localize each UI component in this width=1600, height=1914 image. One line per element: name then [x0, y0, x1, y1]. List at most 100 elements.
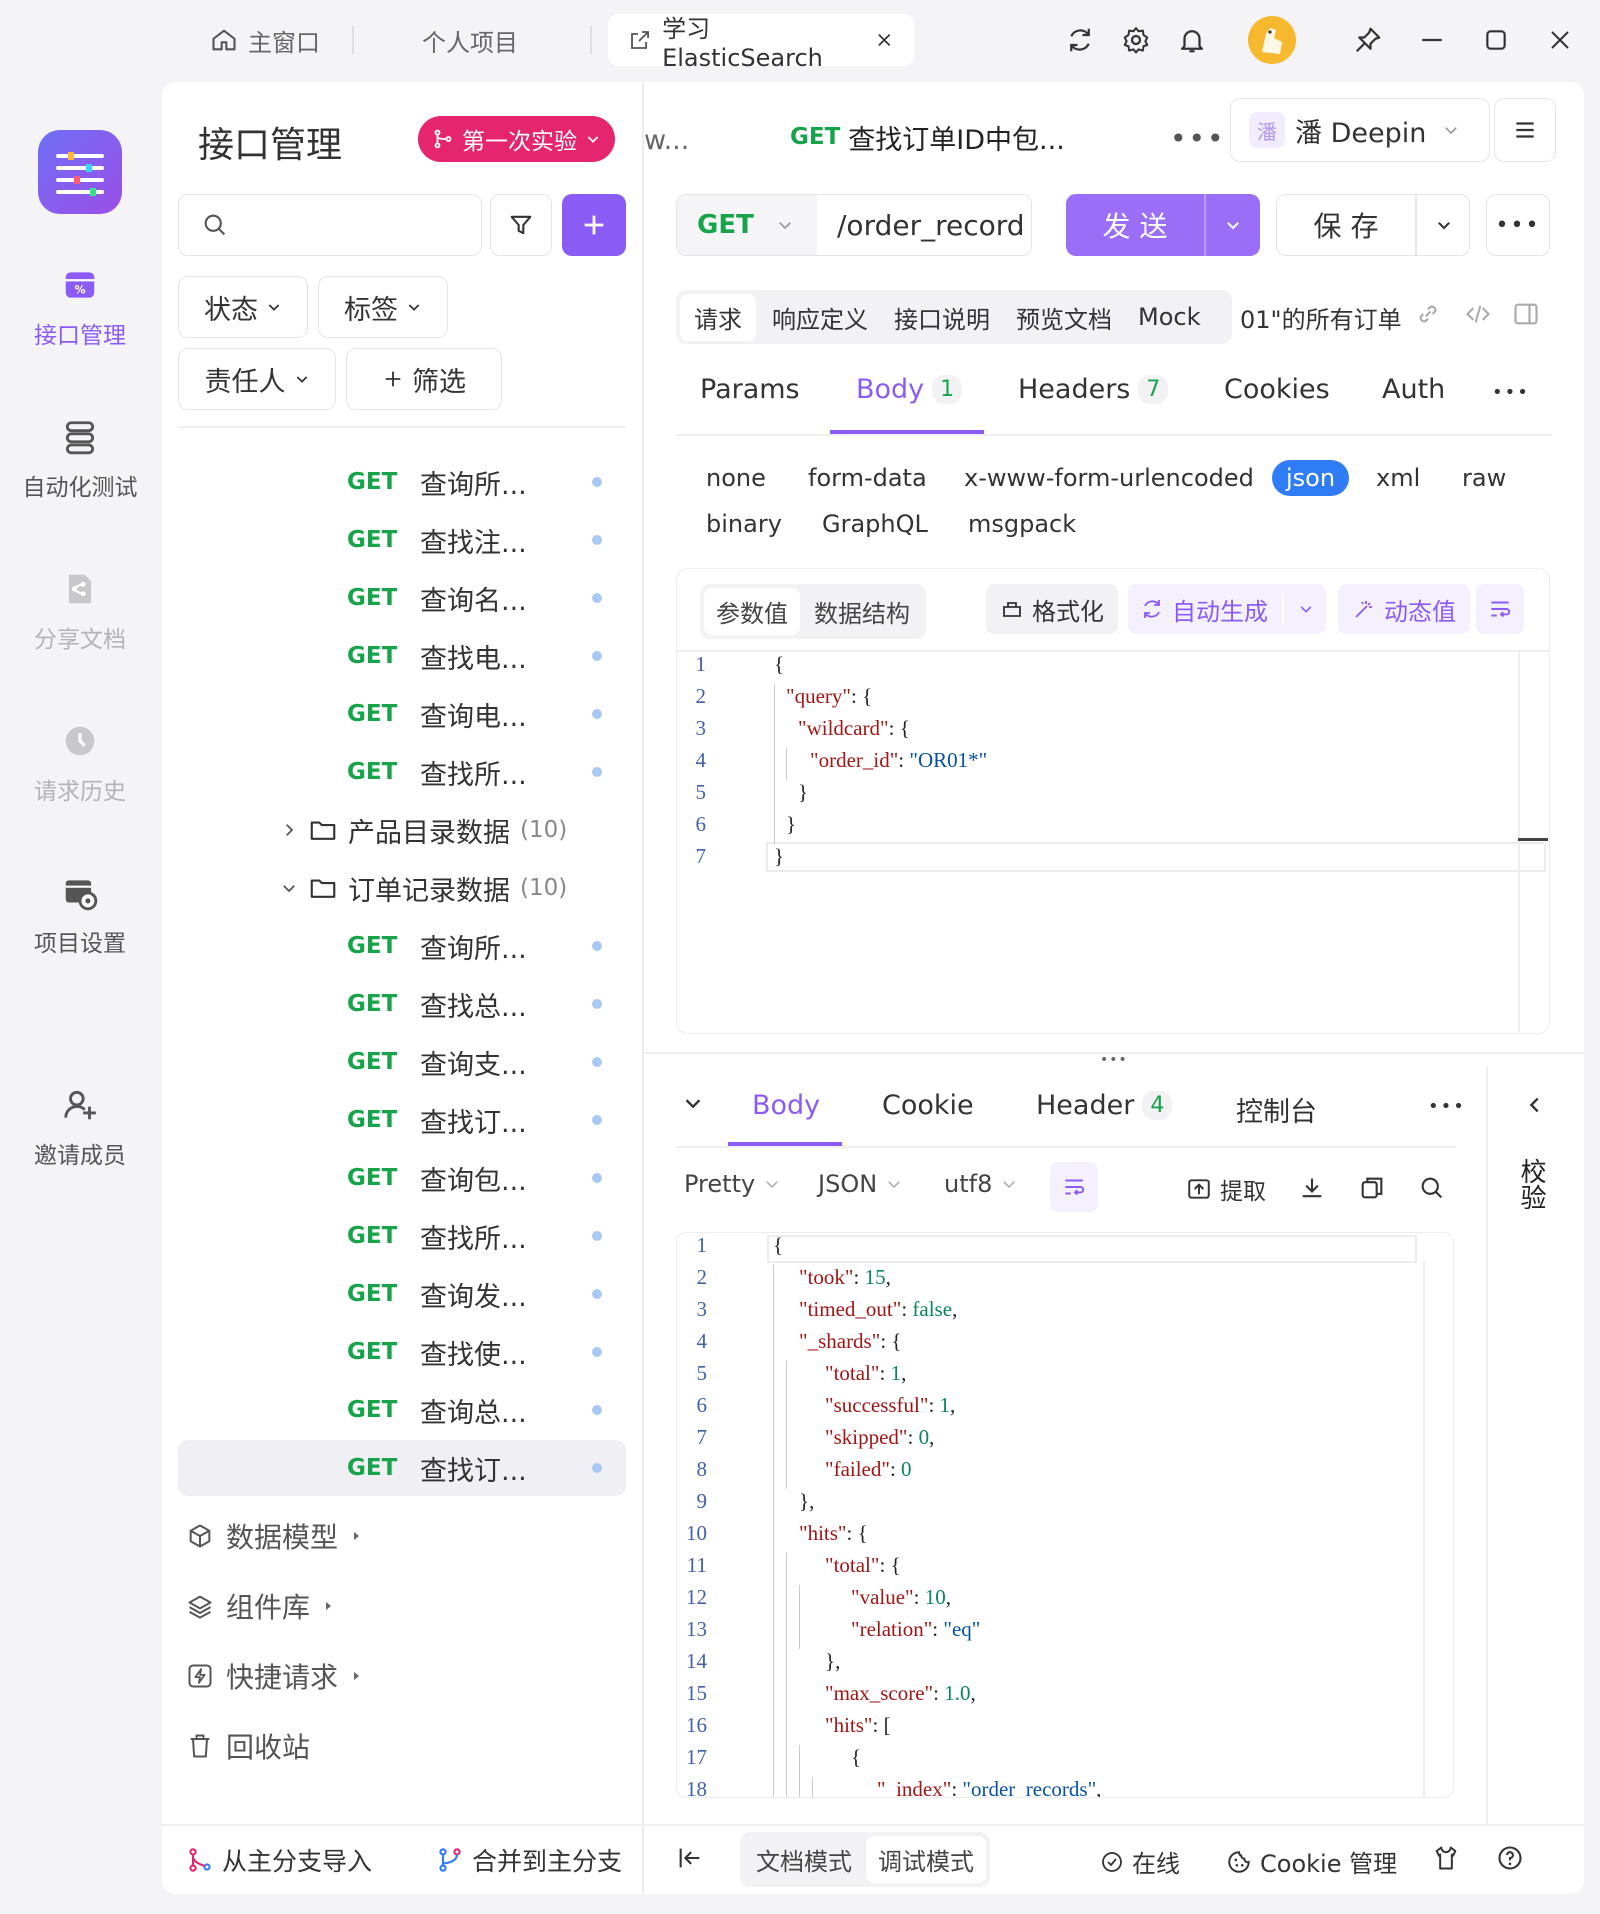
- more-actions-button[interactable]: •••: [1486, 194, 1550, 256]
- branch-selector[interactable]: 第一次实验: [418, 116, 615, 162]
- section-components[interactable]: 组件库: [186, 1578, 334, 1634]
- chevron-down-icon[interactable]: [1224, 216, 1242, 234]
- subtab-preview-doc[interactable]: 预览文档: [1006, 294, 1122, 341]
- rail-item-automation[interactable]: 自动化测试: [0, 418, 160, 502]
- tags-filter[interactable]: 标签: [318, 276, 448, 338]
- api-list-item[interactable]: GET 查找总...: [178, 976, 626, 1032]
- api-list-item-selected[interactable]: GET 查找订...: [178, 1440, 626, 1496]
- api-list-item[interactable]: GET 查找注...: [178, 512, 626, 568]
- rail-item-invite[interactable]: 邀请成员: [0, 1086, 160, 1170]
- chevron-down-icon[interactable]: [1435, 216, 1453, 234]
- save-button[interactable]: 保 存: [1276, 194, 1470, 256]
- api-list-item[interactable]: GET 查询总...: [178, 1382, 626, 1438]
- dynamic-value-button[interactable]: 动态值: [1338, 584, 1470, 634]
- format-select[interactable]: JSON: [818, 1170, 903, 1198]
- search-icon[interactable]: [1418, 1174, 1446, 1202]
- editor-scrollbar-track[interactable]: [1518, 650, 1520, 1032]
- wrap-toggle-button[interactable]: [1050, 1162, 1098, 1212]
- scrollbar-track[interactable]: [1423, 1261, 1425, 1797]
- encoding-select[interactable]: utf8: [944, 1170, 1018, 1198]
- tab-cookies[interactable]: Cookies: [1224, 374, 1330, 405]
- window-tab-home[interactable]: 主窗口: [210, 14, 320, 66]
- api-list-item[interactable]: GET 查询电...: [178, 686, 626, 742]
- request-code[interactable]: 1{2 "query": {3 "wildcard": {4 "order_id": …: [676, 652, 1436, 876]
- filter-button[interactable]: [490, 194, 552, 256]
- more-tabs-icon[interactable]: •••: [1492, 382, 1530, 403]
- api-list-item[interactable]: GET 查询支...: [178, 1034, 626, 1090]
- tab-auth[interactable]: Auth: [1382, 374, 1445, 405]
- body-type-graphql[interactable]: GraphQL: [822, 510, 928, 538]
- response-tab-header[interactable]: Header 4: [1036, 1090, 1173, 1121]
- response-tab-console[interactable]: 控制台: [1236, 1090, 1317, 1129]
- copy-icon[interactable]: [1358, 1174, 1386, 1202]
- body-type-xml[interactable]: xml: [1376, 464, 1420, 492]
- environment-selector[interactable]: 潘 潘 Deepin: [1230, 98, 1490, 162]
- subtab-description[interactable]: 接口说明: [884, 294, 1000, 341]
- side-panel-label[interactable]: 校验: [1516, 1158, 1550, 1210]
- body-type-raw[interactable]: raw: [1462, 464, 1506, 492]
- api-list-item[interactable]: GET 查询包...: [178, 1150, 626, 1206]
- subtab-mock[interactable]: Mock: [1128, 297, 1210, 337]
- editor-tab-previous[interactable]: w...: [644, 100, 689, 180]
- settings-icon[interactable]: [1116, 20, 1156, 60]
- api-list-item[interactable]: GET 查询名...: [178, 570, 626, 626]
- window-tab-project[interactable]: 学习ElasticSearch: [608, 14, 914, 72]
- rail-item-share-docs[interactable]: 分享文档: [0, 570, 160, 654]
- maximize-icon[interactable]: [1476, 20, 1516, 60]
- import-from-main-button[interactable]: 从主分支导入: [186, 1832, 372, 1888]
- window-tab-personal[interactable]: 个人项目: [422, 14, 518, 66]
- close-window-icon[interactable]: [1540, 20, 1580, 60]
- wrap-toggle-button[interactable]: [1476, 584, 1524, 634]
- section-trash[interactable]: 回收站: [186, 1718, 310, 1774]
- avatar[interactable]: [1248, 16, 1296, 64]
- tab-body[interactable]: Body 1: [856, 374, 963, 405]
- cookie-manager-button[interactable]: Cookie 管理: [1226, 1844, 1397, 1879]
- section-data-models[interactable]: 数据模型: [186, 1508, 362, 1564]
- api-list-item[interactable]: GET 查找订...: [178, 1092, 626, 1148]
- tab-headers[interactable]: Headers 7: [1018, 374, 1169, 405]
- method-select[interactable]: GET: [677, 195, 817, 255]
- chevron-down-icon[interactable]: [1298, 601, 1314, 617]
- rail-item-history[interactable]: 请求历史: [0, 722, 160, 806]
- debug-mode-toggle[interactable]: 调试模式: [866, 1836, 986, 1883]
- help-icon[interactable]: [1496, 1844, 1524, 1872]
- collapse-sidebar-icon[interactable]: [676, 1844, 704, 1872]
- link-icon[interactable]: [1414, 300, 1442, 328]
- body-type-binary[interactable]: binary: [706, 510, 782, 538]
- folder-product-catalog[interactable]: 产品目录数据 (10): [280, 802, 567, 858]
- bell-icon[interactable]: [1172, 20, 1212, 60]
- status-filter[interactable]: 状态: [178, 276, 308, 338]
- format-button[interactable]: 格式化: [986, 584, 1118, 634]
- response-body-viewer[interactable]: 1{2 "took": 15, 3 "timed_out": false, 4 "_sha…: [676, 1232, 1454, 1798]
- shirt-icon[interactable]: [1432, 1844, 1460, 1872]
- body-type-form-data[interactable]: form-data: [808, 464, 927, 492]
- section-quick-requests[interactable]: 快捷请求: [186, 1648, 362, 1704]
- more-tabs-icon[interactable]: •••: [1170, 122, 1226, 155]
- body-type-json[interactable]: json: [1272, 460, 1350, 496]
- url-input[interactable]: /order_record: [817, 209, 1031, 242]
- add-filter-button[interactable]: 筛选: [346, 348, 502, 410]
- response-tab-body[interactable]: Body: [752, 1090, 820, 1121]
- subtab-response-definition[interactable]: 响应定义: [762, 294, 878, 341]
- download-icon[interactable]: [1298, 1174, 1326, 1202]
- refresh-icon[interactable]: [1060, 20, 1100, 60]
- add-button[interactable]: [562, 194, 626, 256]
- tab-params[interactable]: Params: [700, 374, 800, 405]
- extract-button[interactable]: 提取: [1186, 1172, 1266, 1206]
- body-type-msgpack[interactable]: msgpack: [968, 510, 1076, 538]
- api-list-item[interactable]: GET 查询发...: [178, 1266, 626, 1322]
- more-tabs-icon[interactable]: •••: [1428, 1096, 1466, 1117]
- collapse-response-icon[interactable]: [682, 1092, 704, 1114]
- rail-item-project-settings[interactable]: 项目设置: [0, 874, 160, 958]
- folder-order-records[interactable]: 订单记录数据 (10): [280, 860, 567, 916]
- rail-item-api[interactable]: % 接口管理: [0, 266, 160, 350]
- split-panel-icon[interactable]: [1512, 300, 1540, 328]
- pin-icon[interactable]: [1348, 20, 1388, 60]
- body-type-none[interactable]: none: [706, 464, 766, 492]
- search-input[interactable]: [178, 194, 482, 256]
- merge-to-main-button[interactable]: 合并到主分支: [436, 1832, 622, 1888]
- owner-filter[interactable]: 责任人: [178, 348, 336, 410]
- resize-handle[interactable]: •••: [1100, 1052, 1128, 1068]
- api-list-item[interactable]: GET 查询所...: [178, 454, 626, 510]
- code-icon[interactable]: [1464, 300, 1492, 328]
